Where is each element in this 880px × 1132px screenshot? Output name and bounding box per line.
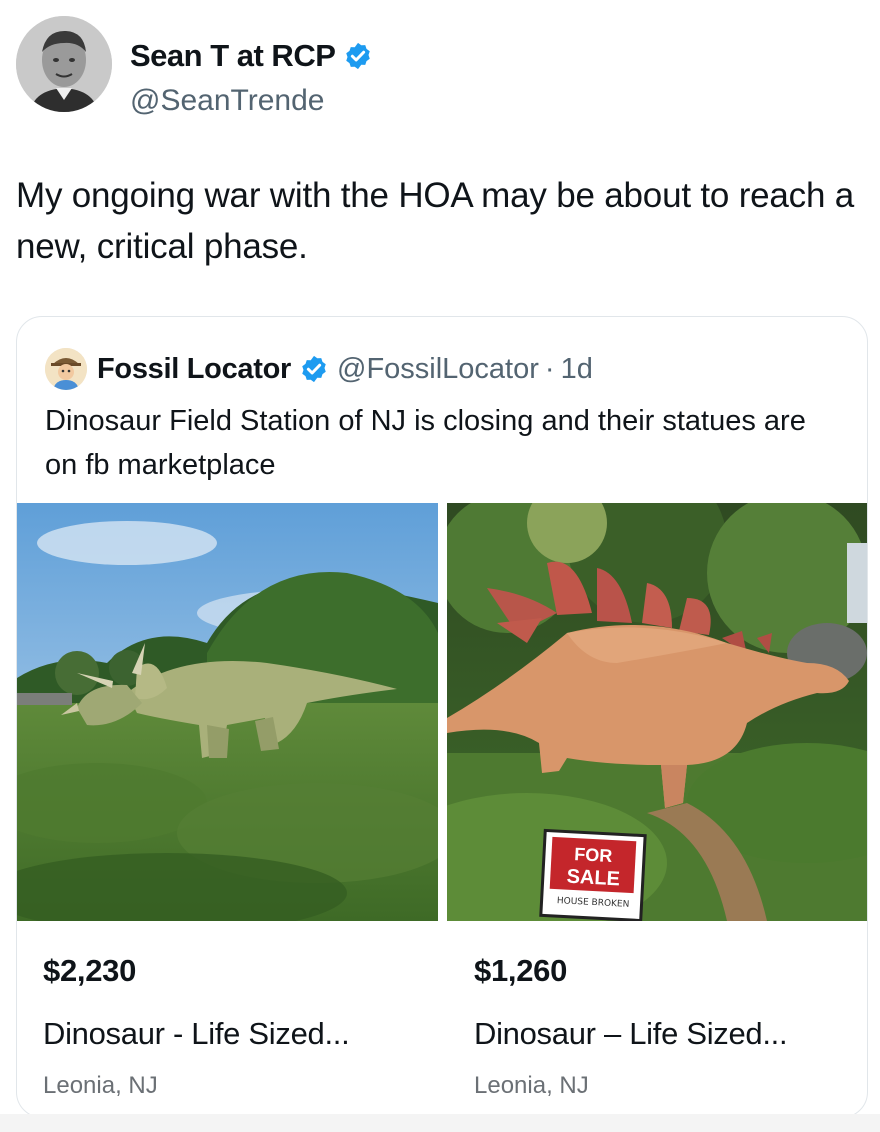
verified-badge-icon bbox=[346, 42, 371, 70]
sign-text-sale: SALE bbox=[566, 866, 620, 891]
quoted-tweet-header: Fossil Locator @FossilLocator · 1d bbox=[45, 347, 593, 391]
listing-card-2[interactable]: $1,260 Dinosaur – Life Sized... Leonia, … bbox=[474, 953, 867, 1100]
listing-title: Dinosaur - Life Sized... bbox=[43, 1016, 350, 1051]
quoted-tweet[interactable]: Fossil Locator @FossilLocator · 1d Dinos… bbox=[16, 316, 868, 1118]
quoted-author-handle[interactable]: @FossilLocator bbox=[337, 353, 539, 386]
bottom-strip bbox=[0, 1114, 880, 1132]
stegosaurus-photo: FOR SALE HOUSE BROKEN bbox=[447, 503, 867, 921]
author-photo bbox=[16, 16, 112, 112]
author-name[interactable]: Sean T at RCP bbox=[130, 38, 336, 74]
tweet-text: My ongoing war with the HOA may be about… bbox=[16, 176, 855, 266]
dot-separator: · bbox=[544, 352, 555, 385]
listing-location: Leonia, NJ bbox=[43, 1072, 158, 1099]
listing-image-stegosaurus[interactable]: FOR SALE HOUSE BROKEN bbox=[447, 503, 867, 921]
sign-text-for: FOR bbox=[574, 844, 613, 866]
verified-badge-icon bbox=[302, 355, 326, 383]
quoted-avatar[interactable] bbox=[45, 348, 87, 390]
listing-location: Leonia, NJ bbox=[474, 1072, 589, 1099]
quoted-timestamp[interactable]: 1d bbox=[561, 353, 593, 386]
triceratops-photo bbox=[17, 503, 438, 921]
avatar[interactable] bbox=[16, 16, 112, 112]
quoted-avatar-image bbox=[45, 348, 87, 390]
listing-price: $1,260 bbox=[474, 953, 568, 988]
quoted-tweet-text: Dinosaur Field Station of NJ is closing … bbox=[45, 405, 806, 481]
listing-image-triceratops[interactable] bbox=[17, 503, 438, 921]
tweet-header: Sean T at RCP @SeanTrende bbox=[16, 16, 876, 118]
listing-title: Dinosaur – Life Sized... bbox=[474, 1016, 788, 1051]
quoted-author-name[interactable]: Fossil Locator bbox=[97, 353, 291, 386]
author-name-row[interactable]: Sean T at RCP bbox=[130, 38, 373, 74]
author-handle[interactable]: @SeanTrende bbox=[130, 84, 324, 118]
listing-price: $2,230 bbox=[43, 953, 137, 988]
listing-card-1[interactable]: $2,230 Dinosaur - Life Sized... Leonia, … bbox=[43, 953, 443, 1100]
